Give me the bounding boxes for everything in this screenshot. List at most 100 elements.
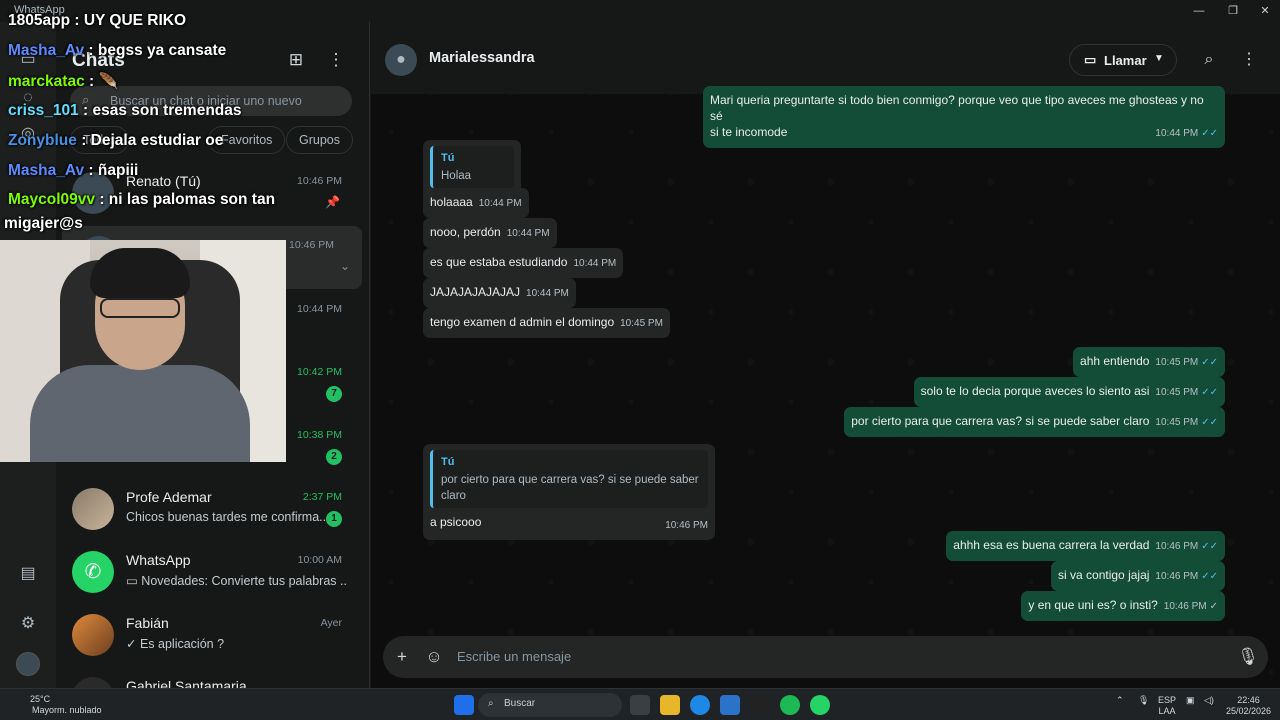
stream-chat-user: marckatac [8, 73, 85, 90]
unread-badge: 2 [326, 449, 342, 465]
message-input[interactable]: Escribe un mensaje [457, 649, 571, 664]
read-receipt-icon: ✓✓ [1201, 387, 1218, 398]
whatsapp-logo-icon: ✆ [72, 551, 114, 593]
plus-icon[interactable]: + [391, 646, 413, 668]
clock-time: 22:46 [1237, 695, 1260, 705]
minimize-button[interactable]: — [1182, 2, 1216, 20]
chat-time: 10:46 PM [289, 239, 334, 251]
menu-dots-icon[interactable]: ⋮ [1237, 48, 1261, 72]
message-incoming[interactable]: holaaaa 10:44 PM [423, 188, 529, 218]
conversation-header: ● Marialessandra ▭ Llamar ▼ ⌕ ⋮ [371, 22, 1280, 94]
weather-temp: 25°C [30, 694, 51, 704]
microphone-icon[interactable]: 🎙 [1138, 695, 1149, 706]
windows-taskbar: 25°C Mayorm. nublado ⌕ Buscar ⌃ 🎙 ESP LA… [0, 688, 1280, 720]
message-text: solo te lo decia porque aveces lo siento… [920, 384, 1150, 398]
chat-row[interactable]: Fabián Ayer ✓ Es aplicación ? [56, 604, 370, 667]
message-outgoing[interactable]: por cierto para que carrera vas? si se p… [844, 407, 1225, 437]
message-time: 10:45 PM [1155, 387, 1199, 398]
message-outgoing[interactable]: solo te lo decia porque aveces lo siento… [913, 377, 1225, 407]
windows-start-icon[interactable] [454, 695, 474, 715]
message-outgoing[interactable]: si va contigo jajaj 10:46 PM ✓✓ [1051, 561, 1225, 591]
chat-time: Ayer [320, 617, 342, 629]
chat-row[interactable]: Profe Ademar 2:37 PM Chicos buenas tarde… [56, 478, 370, 541]
message-incoming[interactable]: nooo, perdón 10:44 PM [423, 218, 557, 248]
message-time: 10:45 PM [620, 318, 663, 329]
task-view-icon[interactable] [630, 695, 650, 715]
avatar [72, 614, 114, 656]
message-outgoing[interactable]: ahh entiendo 10:45 PM ✓✓ [1073, 347, 1225, 377]
chat-time: 10:38 PM [297, 429, 342, 441]
message-composer[interactable]: + ☺ Escribe un mensaje 🎙 [383, 636, 1268, 678]
clock[interactable]: 22:46 25/02/2026 [1226, 695, 1271, 717]
stream-chat-user: Masha_Av [8, 42, 85, 59]
file-explorer-icon[interactable] [660, 695, 680, 715]
obs-icon[interactable] [750, 695, 770, 715]
archive-icon[interactable]: ▤ [16, 562, 40, 586]
weather-desc: Mayorm. nublado [32, 705, 102, 715]
maximize-button[interactable]: ❐ [1216, 2, 1250, 20]
unread-badge: 1 [326, 511, 342, 527]
chat-time: 2:37 PM [302, 491, 342, 503]
message-incoming[interactable]: tengo examen d admin el domingo 10:45 PM [423, 308, 670, 338]
conversation-panel: ● Marialessandra ▭ Llamar ▼ ⌕ ⋮ Mari que… [371, 22, 1280, 688]
read-receipt-icon: ✓✓ [1201, 128, 1218, 139]
quote-text: por cierto para que carrera vas? si se p… [441, 474, 699, 502]
call-button[interactable]: ▭ Llamar ▼ [1069, 44, 1177, 76]
webcam-overlay [0, 240, 286, 462]
call-label: Llamar [1104, 53, 1147, 68]
spotify-icon[interactable] [780, 695, 800, 715]
message-outgoing[interactable]: y en que uni es? o insti? 10:46 PM ✓ [1021, 591, 1225, 621]
edge-browser-icon[interactable] [690, 695, 710, 715]
chat-row[interactable]: Gabriel Santamaria [56, 667, 370, 688]
language-indicator[interactable]: ESP LAA [1158, 695, 1176, 717]
network-icon[interactable]: ▣ [1186, 695, 1195, 706]
search-icon[interactable]: ⌕ [1197, 48, 1221, 72]
microphone-icon[interactable]: 🎙 [1237, 646, 1259, 668]
volume-icon[interactable]: ◁) [1204, 695, 1214, 706]
contact-avatar-icon[interactable]: ● [385, 44, 417, 76]
new-chat-icon[interactable]: ⊞ [284, 48, 308, 72]
sticker-icon[interactable]: ☺ [423, 646, 445, 668]
chat-preview: ✓ Es aplicación ? [126, 637, 225, 651]
close-window-button[interactable]: ✕ [1248, 2, 1280, 20]
stream-chat-msg: : ni las palomas son tan [99, 191, 276, 208]
whatsapp-taskbar-icon[interactable] [810, 695, 830, 715]
taskbar-search-label: Buscar [504, 698, 536, 709]
contact-name[interactable]: Marialessandra [429, 50, 535, 66]
search-icon: ⌕ [488, 698, 494, 709]
stream-chat-msg: : ñapiii [88, 162, 139, 179]
weather-widget[interactable]: 25°C Mayorm. nublado [10, 694, 102, 716]
chat-time: 10:42 PM [297, 366, 342, 378]
chevron-down-icon[interactable]: ⌄ [340, 259, 350, 273]
stream-chat-user: 1805app [8, 12, 71, 29]
filter-grupos[interactable]: Grupos [286, 126, 353, 154]
settings-gear-icon[interactable]: ⚙ [16, 612, 40, 636]
read-receipt-icon: ✓✓ [1201, 541, 1218, 552]
menu-dots-icon[interactable]: ⋮ [324, 48, 348, 72]
message-text: ahh entiendo [1080, 354, 1150, 368]
chat-name: WhatsApp [126, 552, 191, 568]
message-text: tengo examen d admin el domingo [430, 315, 615, 329]
profile-avatar[interactable] [16, 652, 40, 676]
message-text: JAJAJAJAJAJAJ [430, 285, 521, 299]
read-receipt-icon: ✓✓ [1201, 571, 1218, 582]
language-layout: LAA [1158, 706, 1176, 716]
message-time: 10:44 PM [526, 288, 569, 299]
message-time: 10:46 PM [1155, 541, 1199, 552]
taskbar-search[interactable]: ⌕ Buscar [478, 693, 622, 717]
tray-chevron-icon[interactable]: ⌃ [1116, 695, 1124, 706]
read-receipt-icon: ✓✓ [1201, 417, 1218, 428]
message-incoming[interactable]: es que estaba estudiando 10:44 PM [423, 248, 624, 278]
quoted-message[interactable]: Tú Holaa [430, 146, 514, 188]
quoted-message[interactable]: Tú por cierto para que carrera vas? si s… [430, 450, 708, 508]
message-incoming[interactable]: JAJAJAJAJAJAJ 10:44 PM [423, 278, 576, 308]
message-text: es que estaba estudiando [430, 255, 568, 269]
message-outgoing[interactable]: ahhh esa es buena carrera la verdad 10:46… [946, 531, 1225, 561]
chat-preview-text: Novedades: Convierte tus palabras ... [141, 574, 346, 588]
message-outgoing[interactable]: Mari queria preguntarte si todo bien con… [703, 86, 1225, 148]
chevron-down-icon: ▼ [1154, 53, 1164, 64]
store-icon[interactable] [720, 695, 740, 715]
message-incoming[interactable]: Tú por cierto para que carrera vas? si s… [423, 444, 715, 540]
chat-row[interactable]: ✆ WhatsApp 10:00 AM ▭ Novedades: Convier… [56, 541, 370, 604]
stream-chat-msg: : 🪶 [89, 73, 118, 90]
